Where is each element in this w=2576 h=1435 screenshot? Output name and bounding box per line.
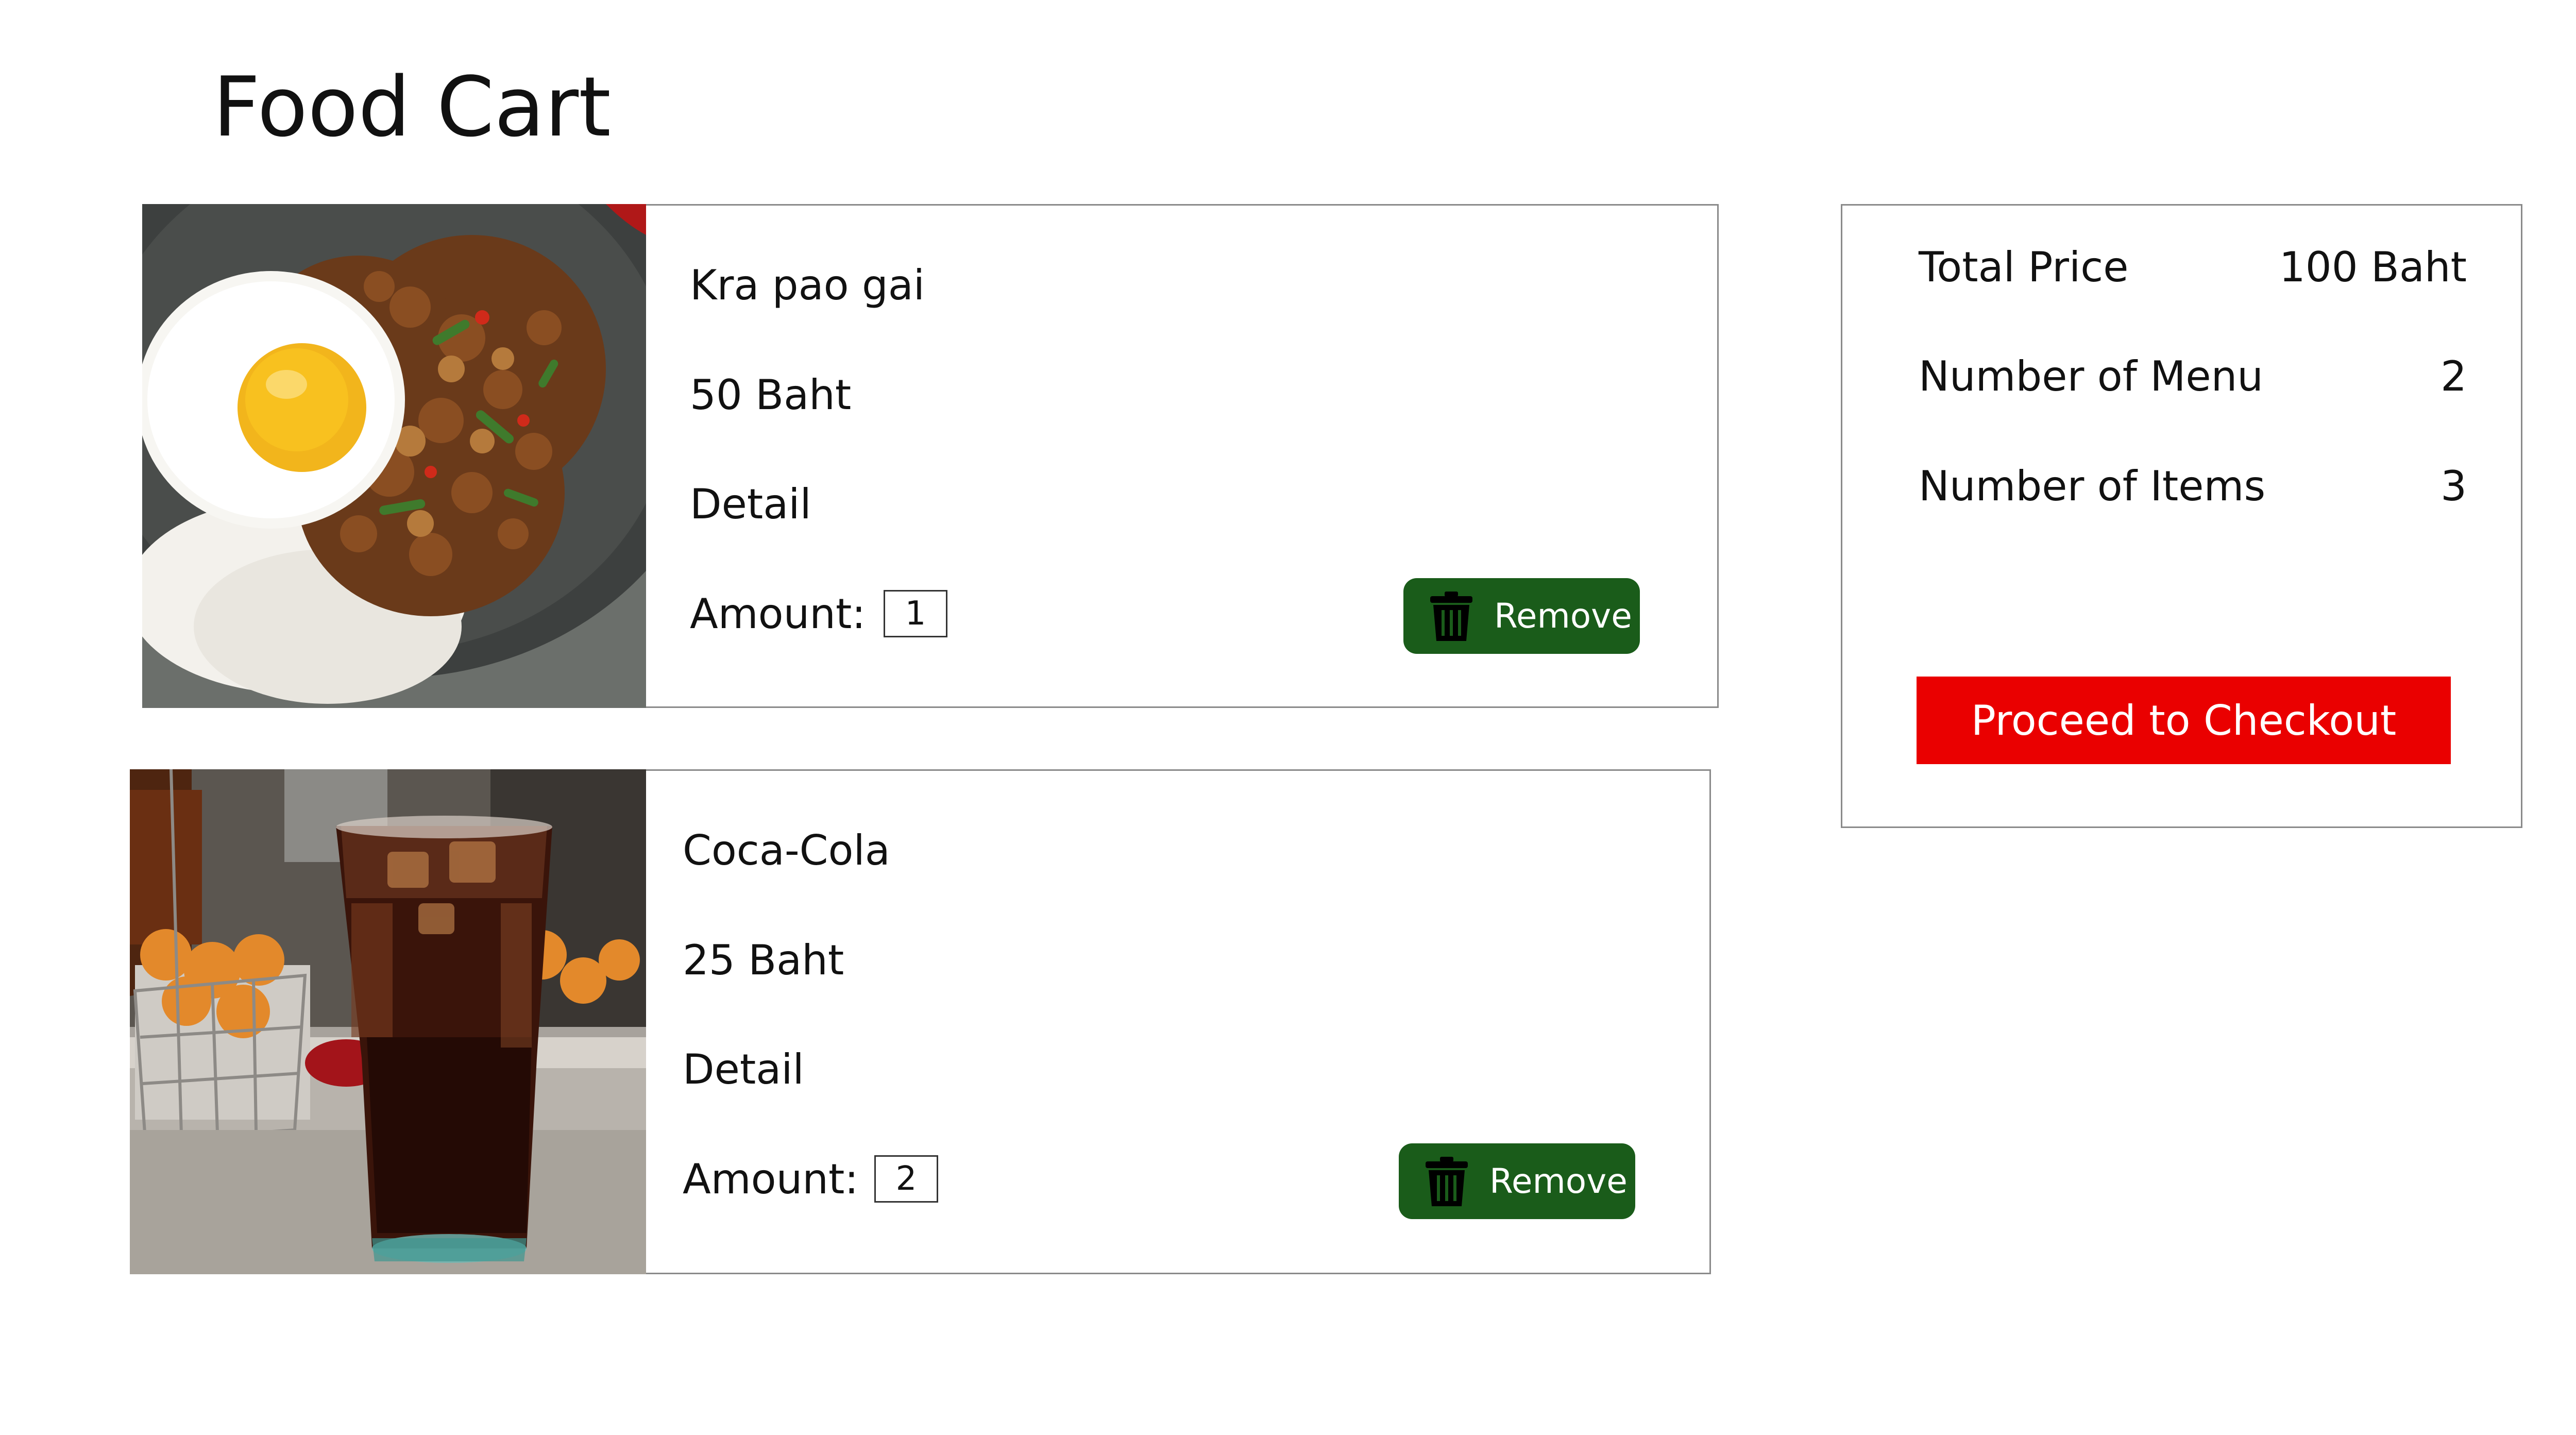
amount-label: Amount:: [683, 1155, 859, 1203]
order-summary: Total Price 100 Baht Number of Menu 2 Nu…: [1841, 204, 2522, 828]
amount-input[interactable]: 1: [884, 590, 947, 637]
item-count-row: Number of Items 3: [1919, 466, 2467, 507]
menu-count-value: 2: [2441, 352, 2467, 400]
total-price-row: Total Price 100 Baht: [1919, 247, 2467, 288]
item-price: 25 Baht: [683, 936, 844, 984]
menu-count-row: Number of Menu 2: [1919, 356, 2467, 397]
checkout-button[interactable]: Proceed to Checkout: [1917, 677, 2451, 764]
remove-label: Remove: [1494, 596, 1632, 636]
page-title: Food Cart: [213, 59, 611, 155]
trash-icon: [1430, 591, 1472, 641]
item-count-value: 3: [2441, 462, 2467, 510]
item-count-label: Number of Items: [1919, 462, 2266, 510]
total-price-value: 100 Baht: [2279, 243, 2467, 291]
item-name: Kra pao gai: [690, 261, 925, 309]
remove-label: Remove: [1489, 1161, 1628, 1201]
item-price: 50 Baht: [690, 371, 852, 419]
menu-count-label: Number of Menu: [1919, 352, 2263, 400]
cart-item: Kra pao gai 50 Baht Detail Amount: 1 Rem…: [142, 204, 1719, 708]
remove-button[interactable]: Remove: [1399, 1143, 1635, 1219]
food-photo: [142, 204, 646, 708]
remove-button[interactable]: Remove: [1403, 578, 1640, 654]
amount-input[interactable]: 2: [874, 1155, 938, 1203]
total-price-label: Total Price: [1919, 243, 2129, 291]
drink-photo: [130, 769, 646, 1274]
cart-item: Coca-Cola 25 Baht Detail Amount: 2 Remov…: [130, 769, 1711, 1274]
item-detail-link[interactable]: Detail: [690, 484, 811, 525]
amount-label: Amount:: [690, 590, 866, 638]
item-name: Coca-Cola: [683, 826, 890, 874]
trash-icon: [1426, 1156, 1468, 1206]
item-detail-link[interactable]: Detail: [683, 1049, 804, 1090]
